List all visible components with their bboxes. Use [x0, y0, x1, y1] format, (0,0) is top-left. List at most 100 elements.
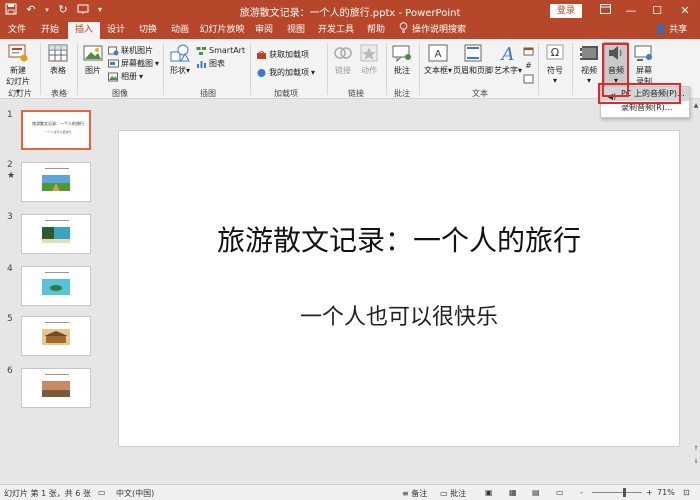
notes-icon: ≡	[402, 489, 412, 498]
tab-home[interactable]: 开始	[36, 22, 64, 39]
wordart-button[interactable]: A 艺术字▾	[494, 43, 522, 76]
picture-icon	[83, 45, 103, 61]
slide-thumbnail-5[interactable]	[21, 316, 91, 356]
tab-help[interactable]: 帮助	[362, 22, 390, 39]
notes-button[interactable]: ≡ 备注	[402, 488, 427, 499]
comment-button[interactable]: 批注	[390, 43, 414, 76]
album-icon	[108, 72, 118, 82]
current-slide[interactable]: 旅游散文记录：一个人的旅行 一个人也可以很快乐	[118, 130, 680, 447]
scroll-up-icon[interactable]: ▲	[692, 102, 700, 110]
slide-subtitle[interactable]: 一个人也可以很快乐	[119, 299, 679, 331]
next-slide-icon[interactable]: ⇓	[692, 458, 700, 466]
maximize-icon[interactable]: ☐	[644, 0, 670, 22]
object-button[interactable]	[523, 73, 534, 85]
svg-text:A: A	[435, 49, 442, 60]
group-comments-label: 批注	[394, 89, 410, 98]
slide-thumbnail-2[interactable]	[21, 162, 91, 202]
zoom-in-button[interactable]: +	[646, 488, 653, 497]
smartart-button[interactable]: SmartArt	[196, 45, 245, 57]
symbol-button[interactable]: Ω 符号 ▾	[544, 43, 566, 85]
video-label: 视频 ▾	[581, 66, 597, 85]
comments-button[interactable]: ▭ 批注	[440, 488, 466, 499]
screenshot-button[interactable]: 屏幕截图 ▾	[108, 58, 159, 70]
picture-button[interactable]: 图片	[82, 43, 104, 76]
header-footer-button[interactable]: 页眉和页脚	[453, 43, 493, 76]
group-images-label: 图像	[112, 89, 128, 98]
slide-counter: 幻灯片 第 1 张，共 6 张	[4, 489, 91, 498]
action-button[interactable]: 动作	[357, 43, 381, 76]
tab-transitions[interactable]: 切换	[134, 22, 162, 39]
shapes-label: 形状▾	[169, 66, 190, 75]
undo-icon[interactable]: ↶	[24, 3, 38, 17]
accessibility-icon[interactable]: ▭	[98, 488, 106, 497]
customize-qat-icon[interactable]: ▾	[96, 3, 104, 17]
object-icon	[523, 74, 534, 84]
zoom-out-button[interactable]: -	[580, 488, 583, 497]
vertical-scrollbar[interactable]: ▲ ⇑ ⇓	[692, 100, 700, 482]
minimize-icon[interactable]: —	[618, 0, 644, 22]
video-button[interactable]: 视频 ▾	[577, 43, 601, 85]
chart-button[interactable]: 图表	[196, 58, 225, 70]
login-button[interactable]: 登录	[550, 4, 582, 18]
symbol-text: 符号	[547, 66, 563, 75]
reading-view-icon[interactable]: ▤	[532, 488, 540, 497]
link-button[interactable]: 链接	[331, 43, 355, 76]
save-icon[interactable]	[4, 3, 18, 17]
my-addins-button[interactable]: 我的加载项 ▾	[256, 67, 315, 79]
zoom-level[interactable]: 71%	[657, 488, 675, 497]
thumb-number: 5	[7, 314, 13, 324]
title-bar: ↶ ▾ ↻ ▾ 旅游散文记录：一个人的旅行.pptx - PowerPoint …	[0, 0, 700, 22]
online-picture-button[interactable]: 联机图片	[108, 45, 153, 57]
restore-ribbon-icon[interactable]	[592, 0, 618, 22]
svg-text:A: A	[500, 44, 515, 63]
tell-me-search[interactable]: 操作说明搜索	[399, 21, 467, 39]
link-label: 链接	[335, 66, 351, 75]
fit-to-window-icon[interactable]: ⊡	[683, 488, 690, 497]
tab-animations[interactable]: 动画	[166, 22, 194, 39]
normal-view-icon[interactable]: ▣	[485, 488, 493, 497]
tab-slideshow[interactable]: 幻灯片放映	[198, 22, 246, 39]
language-indicator[interactable]: 中文(中国)	[116, 488, 154, 499]
tab-insert[interactable]: 插入	[68, 22, 100, 39]
thumb-number: 2	[7, 160, 13, 170]
table-button[interactable]: 表格	[45, 43, 71, 76]
textbox-button[interactable]: A 文本框▾	[424, 43, 452, 76]
slideshow-view-icon[interactable]: ▭	[556, 488, 564, 497]
action-star-icon	[360, 44, 378, 62]
slide-thumbnail-3[interactable]	[21, 214, 91, 254]
group-tables-label: 表格	[51, 89, 67, 98]
comment-icon	[392, 45, 411, 63]
slide-sorter-icon[interactable]: ▦	[509, 488, 517, 497]
tab-review[interactable]: 审阅	[250, 22, 278, 39]
redo-icon[interactable]: ↻	[56, 3, 70, 17]
undo-dropdown-icon[interactable]: ▾	[44, 3, 50, 17]
tell-me-label: 操作说明搜索	[412, 25, 467, 35]
slide-thumbnail-4[interactable]	[21, 266, 91, 306]
slide-thumbnail-1[interactable]: 旅游散文记录：一个人的旅行 一个人也可以很快乐	[21, 110, 91, 150]
zoom-slider-thumb[interactable]	[623, 488, 627, 497]
online-picture-icon	[108, 46, 119, 56]
temple-photo	[42, 329, 70, 345]
date-time-button[interactable]	[523, 45, 534, 57]
start-slideshow-icon[interactable]	[76, 3, 90, 17]
tab-design[interactable]: 设计	[102, 22, 130, 39]
share-button[interactable]: 👤 共享	[655, 22, 687, 39]
tab-developer[interactable]: 开发工具	[314, 22, 358, 39]
slide-number-button[interactable]: #	[523, 59, 534, 71]
shapes-button[interactable]: 形状▾	[168, 43, 192, 76]
tab-file[interactable]: 文件	[4, 22, 30, 39]
previous-slide-icon[interactable]: ⇑	[692, 445, 700, 453]
close-icon[interactable]: ✕	[672, 0, 698, 22]
quick-access-toolbar: ↶ ▾ ↻ ▾	[4, 3, 104, 17]
share-label: 共享	[669, 25, 688, 35]
slide-thumbnail-6[interactable]	[21, 368, 91, 408]
zoom-slider[interactable]	[592, 492, 642, 493]
screen-recording-button[interactable]: 屏幕 录制	[631, 43, 657, 87]
slide-title[interactable]: 旅游散文记录：一个人的旅行	[119, 219, 679, 259]
group-text-label: 文本	[472, 89, 488, 98]
tab-view[interactable]: 视图	[282, 22, 310, 39]
album-button[interactable]: 相册 ▾	[108, 71, 143, 83]
slide-editing-area: 旅游散文记录：一个人的旅行 一个人也可以很快乐	[104, 100, 692, 482]
get-addins-button[interactable]: 获取加载项	[256, 49, 309, 61]
comments-icon: ▭	[440, 489, 451, 498]
